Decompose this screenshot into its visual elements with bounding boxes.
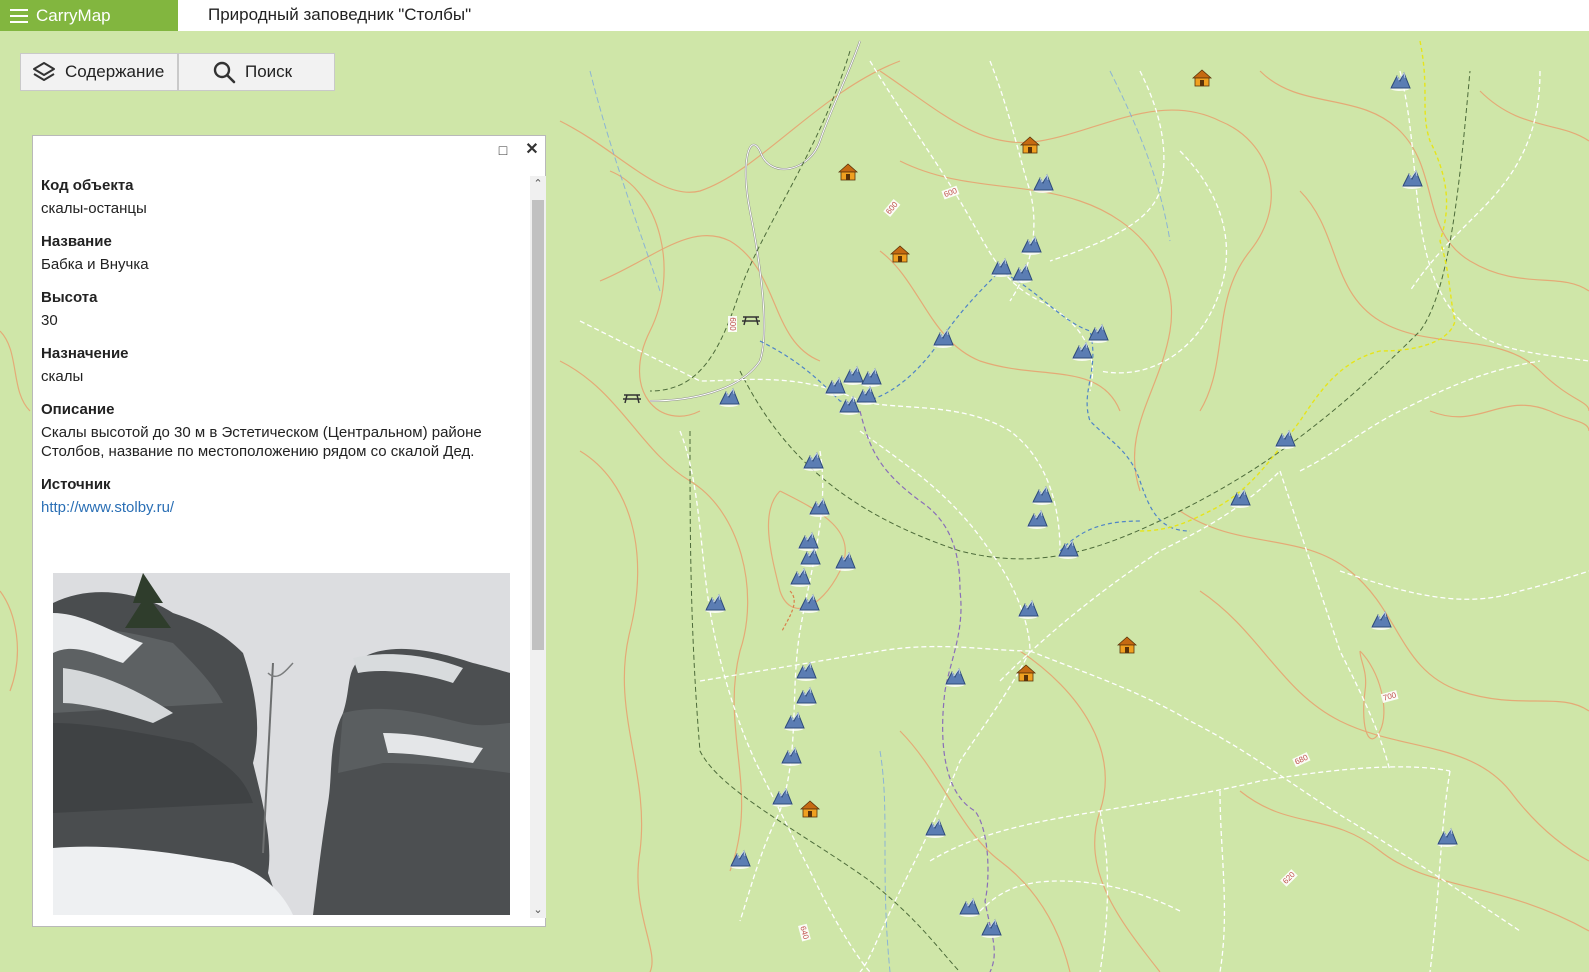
rock-outcrop-icon[interactable] bbox=[1072, 341, 1093, 361]
field-label: Код объекта bbox=[41, 177, 134, 194]
rock-outcrop-icon[interactable] bbox=[1390, 71, 1411, 91]
rock-outcrop-icon[interactable] bbox=[1402, 169, 1423, 189]
panel-scrollbar[interactable]: ⌃ ⌄ bbox=[530, 176, 546, 918]
field-label: Назначение bbox=[41, 345, 129, 362]
source-link[interactable]: http://www.stolby.ru/ bbox=[41, 499, 174, 516]
road bbox=[649, 40, 861, 402]
rock-outcrop-icon[interactable] bbox=[1371, 610, 1392, 630]
hut-icon[interactable] bbox=[1015, 664, 1037, 682]
field-purpose: Назначение скалы bbox=[41, 344, 521, 386]
rock-outcrop-icon[interactable] bbox=[1027, 509, 1048, 529]
field-label: Высота bbox=[41, 289, 98, 306]
rock-outcrop-icon[interactable] bbox=[1275, 429, 1296, 449]
field-value: 30 bbox=[41, 312, 58, 329]
hamburger-icon bbox=[10, 8, 28, 23]
field-description: Описание Скалы высотой до 30 м в Эстетич… bbox=[41, 400, 521, 461]
hut-icon[interactable] bbox=[1116, 636, 1138, 654]
field-label: Источник bbox=[41, 476, 111, 493]
rock-outcrop-icon[interactable] bbox=[981, 918, 1002, 938]
maximize-icon[interactable]: □ bbox=[495, 142, 511, 158]
top-bar: CarryMap Природный заповедник "Столбы" bbox=[0, 0, 1589, 31]
rock-outcrop-icon[interactable] bbox=[1018, 599, 1039, 619]
rock-outcrop-icon[interactable] bbox=[719, 387, 740, 407]
hut-icons bbox=[799, 69, 1213, 818]
rock-outcrop-icon[interactable] bbox=[781, 746, 802, 766]
map-title: Природный заповедник "Столбы" bbox=[208, 5, 472, 24]
field-source: Источник http://www.stolby.ru/ bbox=[41, 475, 521, 517]
rock-outcrop-icon[interactable] bbox=[925, 818, 946, 838]
search-label: Поиск bbox=[245, 62, 293, 81]
rock-outcrop-icon[interactable] bbox=[1012, 263, 1033, 283]
hut-icon[interactable] bbox=[1019, 136, 1041, 154]
rock-outcrop-icon[interactable] bbox=[856, 385, 877, 405]
field-height: Высота 30 bbox=[41, 288, 521, 330]
rock-outcrop-icon[interactable] bbox=[803, 451, 824, 471]
hut-icon[interactable] bbox=[799, 800, 821, 818]
picnic-icons bbox=[623, 316, 760, 404]
contour-label: 600 bbox=[728, 317, 737, 331]
rock-outcrop-icon[interactable] bbox=[959, 897, 980, 917]
rock-outcrop-icon[interactable] bbox=[772, 787, 793, 807]
scroll-up-icon[interactable]: ⌃ bbox=[530, 176, 546, 192]
field-value: скалы-останцы bbox=[41, 200, 147, 217]
layers-icon bbox=[33, 62, 55, 81]
rock-outcrop-icon[interactable] bbox=[799, 593, 820, 613]
field-label: Описание bbox=[41, 401, 115, 418]
hut-icon[interactable] bbox=[889, 245, 911, 263]
hut-icon[interactable] bbox=[1191, 69, 1213, 87]
brand-name: CarryMap bbox=[36, 5, 111, 25]
rock-photo bbox=[53, 573, 510, 915]
search-button[interactable]: Поиск bbox=[178, 53, 335, 91]
rock-outcrop-icon[interactable] bbox=[1032, 485, 1053, 505]
rock-outcrop-icon[interactable] bbox=[798, 531, 819, 551]
field-name: Название Бабка и Внучка bbox=[41, 232, 521, 274]
search-icon bbox=[213, 61, 236, 84]
rock-outcrop-icon[interactable] bbox=[1033, 173, 1054, 193]
field-object-code: Код объекта скалы-останцы bbox=[41, 176, 521, 218]
field-value: скалы bbox=[41, 368, 84, 385]
rock-outcrop-icon[interactable] bbox=[839, 395, 860, 415]
rock-outcrop-icon[interactable] bbox=[730, 849, 751, 869]
field-value: Бабка и Внучка bbox=[41, 256, 149, 273]
field-label: Название bbox=[41, 233, 112, 250]
rock-outcrop-icon[interactable] bbox=[861, 367, 882, 387]
rock-outcrop-icon[interactable] bbox=[800, 547, 821, 567]
road-inner bbox=[649, 40, 861, 402]
rock-outcrop-icon[interactable] bbox=[790, 567, 811, 587]
rock-outcrop-icon[interactable] bbox=[825, 376, 846, 396]
picnic-table-icon bbox=[623, 394, 641, 404]
rock-outcrop-icon[interactable] bbox=[843, 365, 864, 385]
rock-outcrop-icon[interactable] bbox=[1230, 488, 1251, 508]
close-icon[interactable]: ✕ bbox=[524, 142, 540, 158]
boundary-line bbox=[649, 50, 1471, 972]
purple-trail bbox=[859, 410, 995, 972]
menu-button[interactable]: CarryMap bbox=[0, 0, 178, 31]
scroll-down-icon[interactable]: ⌄ bbox=[530, 902, 546, 918]
streams bbox=[589, 70, 1171, 972]
trails bbox=[579, 60, 1589, 972]
rock-outcrop-icon[interactable] bbox=[945, 667, 966, 687]
contour-labels: 600 600 600 700 680 620 640 bbox=[728, 185, 1399, 942]
panel-content: Код объекта скалы-останцы Название Бабка… bbox=[41, 176, 521, 531]
contents-button[interactable]: Содержание bbox=[20, 53, 178, 91]
rock-outcrop-icon[interactable] bbox=[991, 257, 1012, 277]
hut-icon[interactable] bbox=[837, 163, 859, 181]
orange-trail bbox=[781, 590, 795, 632]
rock-outcrop-icon[interactable] bbox=[796, 661, 817, 681]
picnic-table-icon bbox=[742, 316, 760, 326]
contents-label: Содержание bbox=[65, 62, 165, 81]
feature-info-panel: □ ✕ Код объекта скалы-останцы Название Б… bbox=[32, 135, 546, 927]
rock-outcrop-icon[interactable] bbox=[796, 686, 817, 706]
scroll-thumb[interactable] bbox=[532, 200, 544, 650]
rock-outcrop-icon[interactable] bbox=[1021, 235, 1042, 255]
field-value: Скалы высотой до 30 м в Эстетическом (Це… bbox=[41, 424, 482, 460]
rock-outcrop-icon[interactable] bbox=[1437, 827, 1458, 847]
